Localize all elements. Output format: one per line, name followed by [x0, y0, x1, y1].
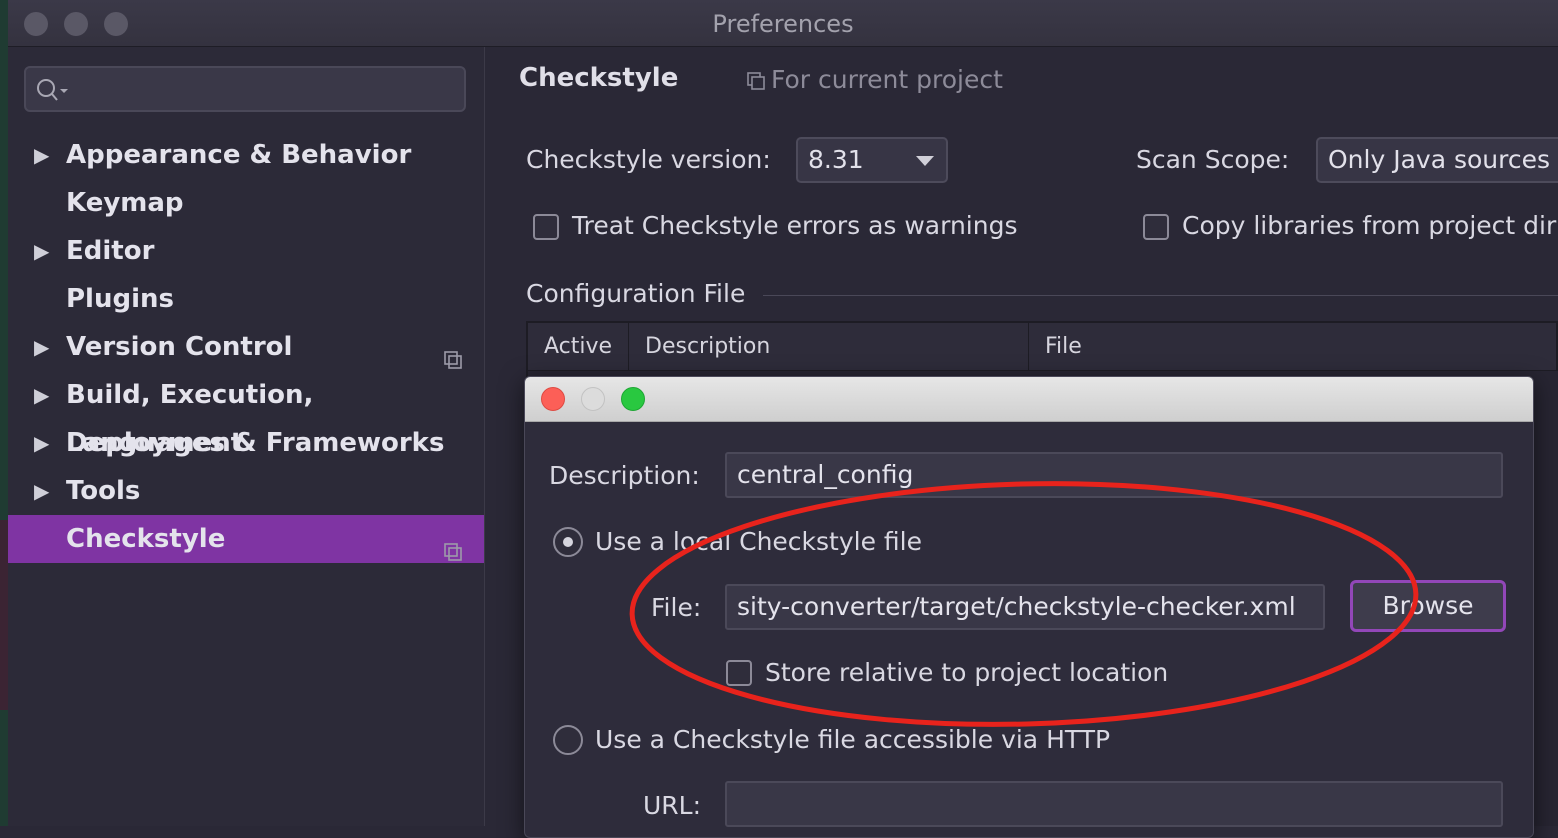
expand-arrow-icon[interactable]: ▶	[34, 323, 49, 371]
local-file-option-label: Use a local Checkstyle file	[595, 527, 922, 556]
sidebar-item-appearance-behavior[interactable]: ▶ Appearance & Behavior	[8, 131, 484, 179]
dialog-zoom-button[interactable]	[621, 387, 645, 411]
sidebar-item-label: Keymap	[66, 188, 184, 218]
treat-errors-label: Treat Checkstyle errors as warnings	[572, 211, 1018, 240]
chevron-down-icon	[916, 156, 934, 166]
expand-arrow-icon[interactable]: ▶	[34, 419, 49, 467]
sidebar-item-label: Checkstyle	[66, 524, 226, 554]
sidebar-item-build-execution-deployment[interactable]: ▶ Build, Execution, Deployment	[8, 371, 484, 458]
project-scope-icon	[444, 529, 462, 577]
column-header-active[interactable]: Active	[528, 323, 628, 371]
expand-arrow-icon[interactable]: ▶	[34, 371, 49, 419]
description-input[interactable]: central_config	[725, 452, 1503, 498]
scan-scope-label: Scan Scope:	[1136, 145, 1290, 174]
scan-scope-value: Only Java sources	[1328, 145, 1551, 174]
checkstyle-version-dropdown[interactable]: 8.31	[796, 137, 948, 183]
copy-libraries-checkbox[interactable]	[1143, 214, 1169, 240]
settings-search-input[interactable]	[24, 66, 466, 112]
browse-button[interactable]: Browse	[1350, 580, 1506, 632]
window-title: Preferences	[712, 10, 854, 38]
copy-libraries-label: Copy libraries from project dir	[1182, 211, 1557, 240]
sidebar-item-plugins[interactable]: Plugins	[8, 275, 484, 323]
page-title: Checkstyle	[519, 63, 679, 93]
http-option-label: Use a Checkstyle file accessible via HTT…	[595, 725, 1111, 754]
dialog-minimize-button[interactable]	[581, 387, 605, 411]
dialog-titlebar	[525, 377, 1533, 422]
file-label: File:	[651, 593, 702, 622]
sidebar-item-keymap[interactable]: Keymap	[8, 179, 484, 227]
checkstyle-version-label: Checkstyle version:	[526, 145, 771, 174]
settings-sidebar: ▶ Appearance & Behavior Keymap ▶ Editor Plugi…	[8, 47, 485, 826]
sidebar-item-editor[interactable]: ▶ Editor	[8, 227, 484, 275]
sidebar-item-tools[interactable]: ▶ Tools	[8, 467, 484, 515]
http-file-radio[interactable]	[553, 725, 583, 755]
sidebar-item-label: Languages & Frameworks	[66, 428, 445, 458]
local-file-radio[interactable]	[553, 527, 583, 557]
url-input[interactable]	[725, 781, 1503, 827]
store-relative-checkbox[interactable]	[726, 660, 752, 686]
sidebar-item-languages-frameworks[interactable]: ▶ Languages & Frameworks	[8, 419, 484, 467]
sidebar-item-label: Appearance & Behavior	[66, 140, 412, 170]
sidebar-item-version-control[interactable]: ▶ Version Control	[8, 323, 484, 371]
dialog-close-button[interactable]	[541, 387, 565, 411]
configuration-file-section-title: Configuration File	[526, 279, 746, 308]
store-relative-label: Store relative to project location	[765, 658, 1169, 687]
scan-scope-dropdown[interactable]: Only Java sources	[1316, 137, 1558, 183]
sidebar-item-checkstyle[interactable]: Checkstyle	[8, 515, 484, 563]
project-scope-icon	[747, 72, 765, 90]
background-window-edge	[0, 0, 8, 826]
expand-arrow-icon[interactable]: ▶	[34, 227, 49, 275]
description-label: Description:	[549, 461, 700, 490]
sidebar-item-label: Tools	[66, 476, 141, 506]
file-path-input[interactable]: sity-converter/target/checkstyle-checker…	[725, 584, 1325, 630]
url-label: URL:	[643, 791, 702, 820]
sidebar-item-label: Plugins	[66, 284, 174, 314]
sidebar-item-label: Editor	[66, 236, 155, 266]
scope-note: For current project	[747, 65, 1003, 94]
checkstyle-version-value: 8.31	[808, 145, 864, 174]
treat-errors-checkbox[interactable]	[533, 214, 559, 240]
expand-arrow-icon[interactable]: ▶	[34, 131, 49, 179]
config-table-header: Active Description File	[526, 321, 1558, 371]
column-header-description[interactable]: Description	[628, 323, 1028, 371]
scope-note-text: For current project	[771, 65, 1003, 94]
radio-selected-dot	[563, 537, 573, 547]
search-icon	[37, 79, 68, 101]
window-titlebar: Preferences	[8, 0, 1558, 47]
column-header-file[interactable]: File	[1028, 323, 1558, 371]
sidebar-item-label: Version Control	[66, 332, 293, 362]
add-configuration-dialog: Description: central_config Use a local …	[524, 376, 1534, 838]
section-divider	[763, 295, 1558, 296]
expand-arrow-icon[interactable]: ▶	[34, 467, 49, 515]
